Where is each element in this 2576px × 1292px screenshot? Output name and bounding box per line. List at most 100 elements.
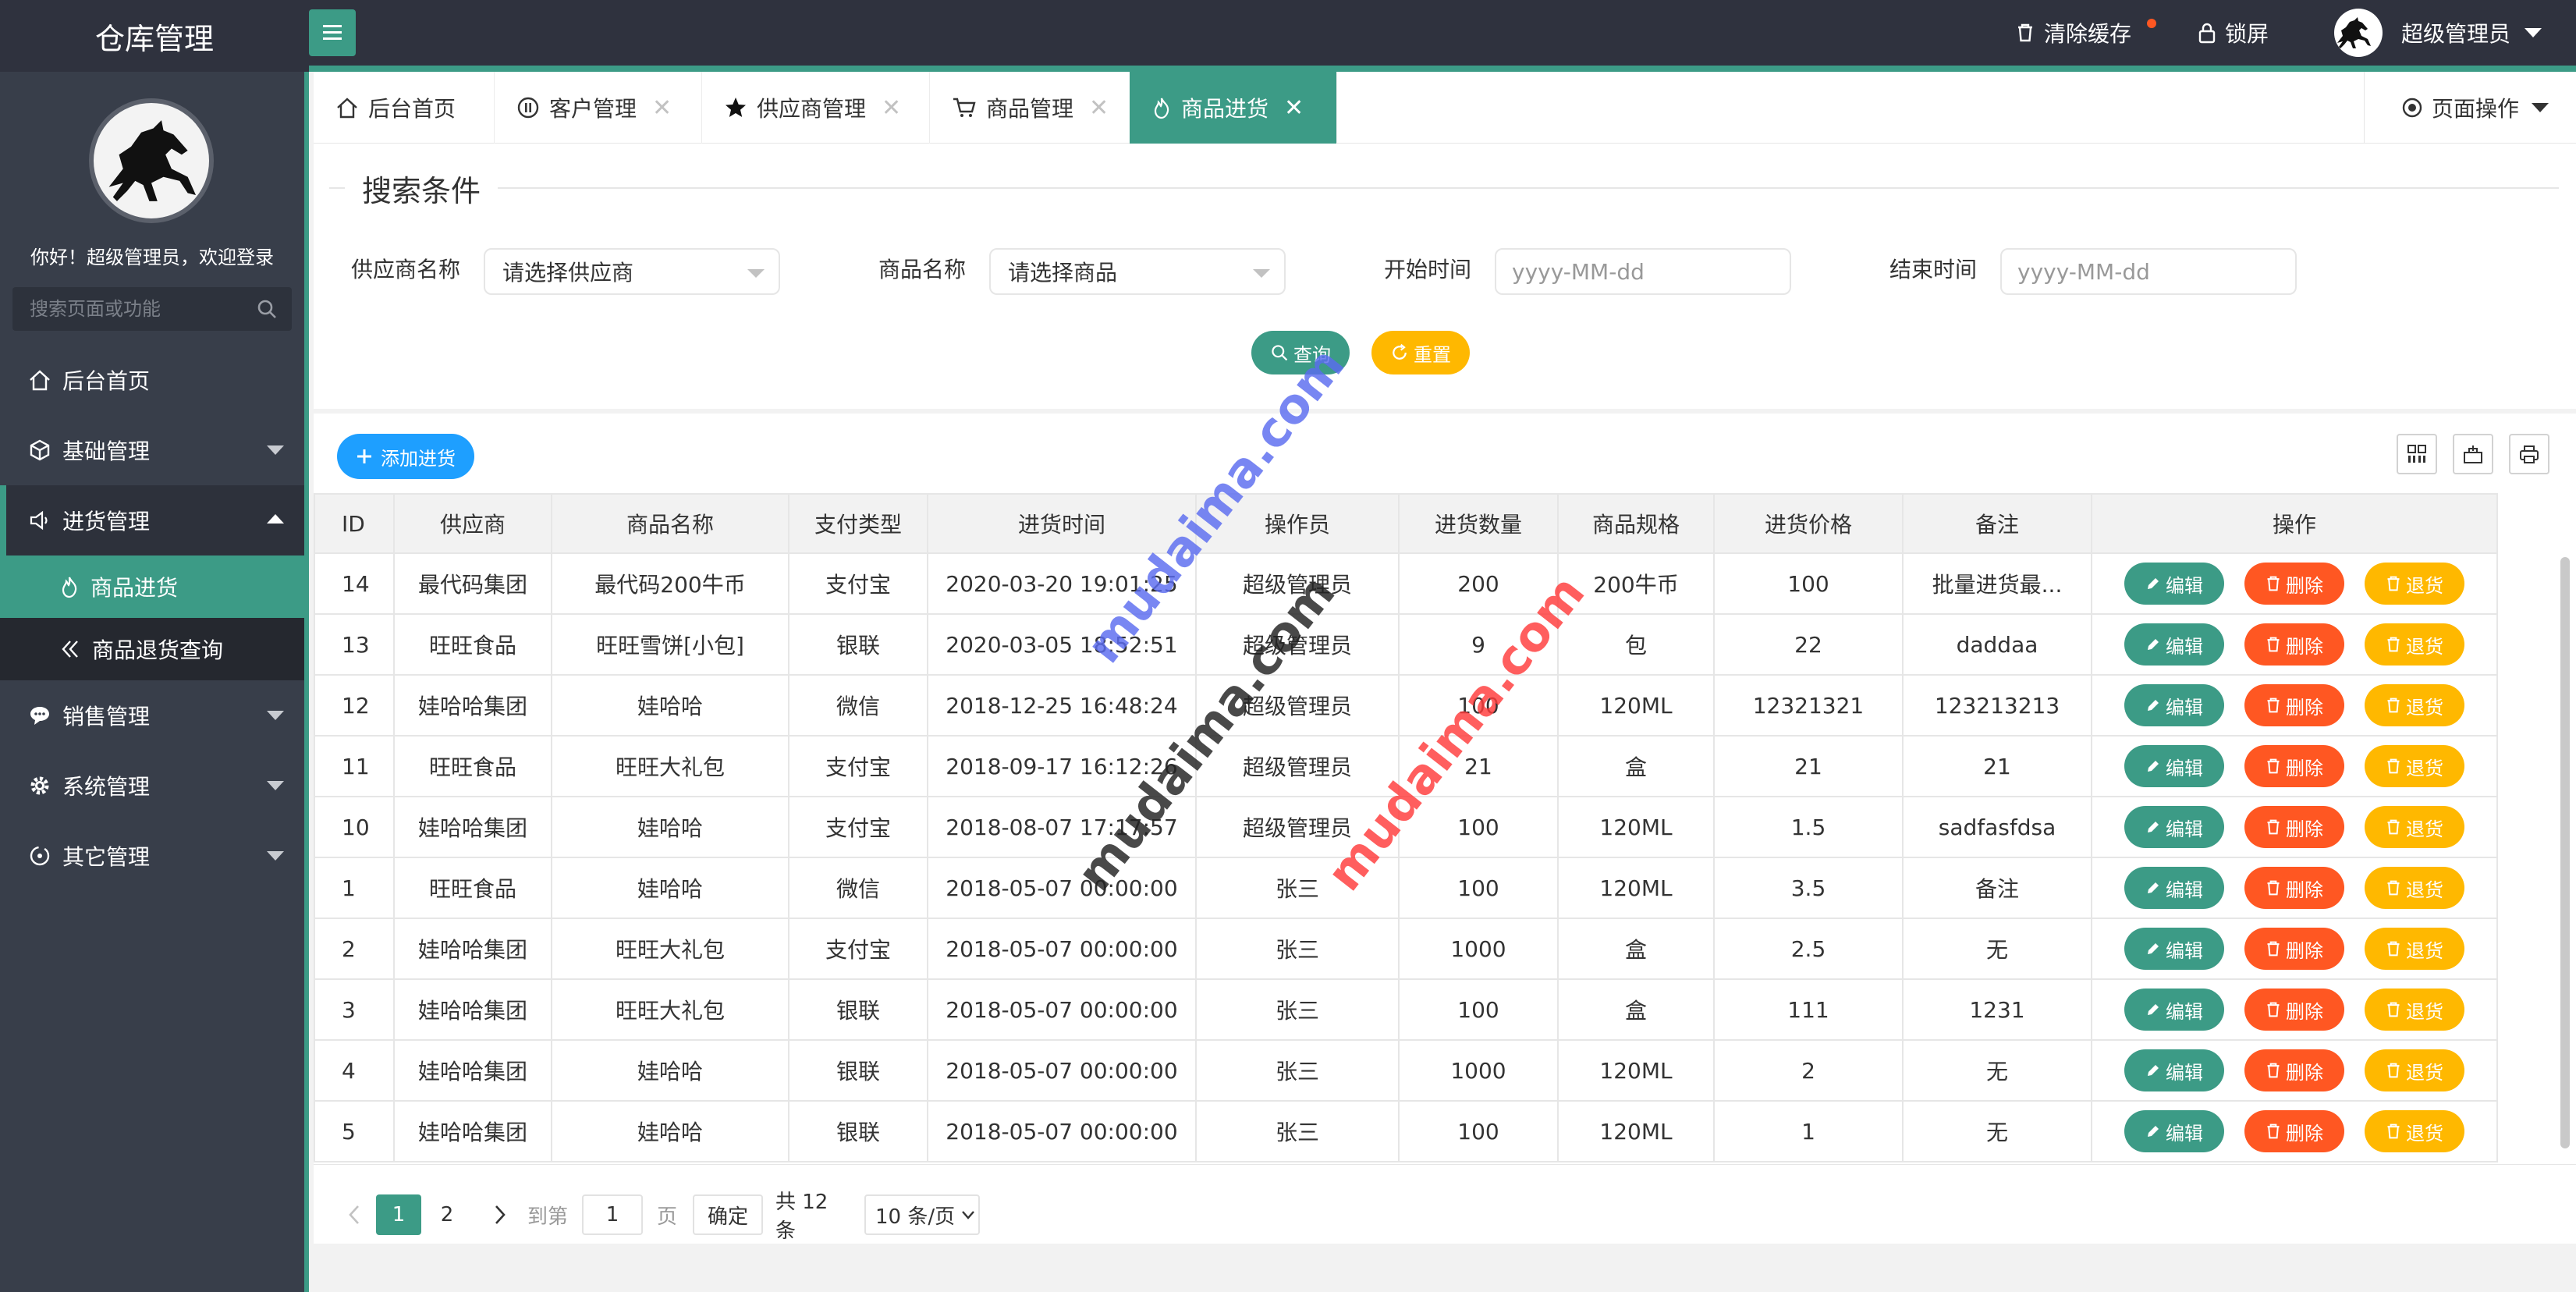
table-cell: 111 [1713, 978, 1904, 1041]
print-button[interactable] [2509, 434, 2549, 474]
table-scrollbar[interactable] [2560, 557, 2570, 1148]
delete-button[interactable]: 删除 [2244, 928, 2344, 970]
return-label: 退货 [2406, 574, 2443, 597]
delete-button[interactable]: 删除 [2244, 867, 2344, 909]
user-menu[interactable]: 超级管理员 [2334, 0, 2542, 66]
tab-goods[interactable]: 商品管理 ✕ [930, 72, 1137, 144]
total-count: 共 12 条 [775, 1191, 829, 1243]
add-purchase-label: 添加进货 [381, 447, 456, 470]
export-button[interactable] [2453, 434, 2493, 474]
sidebar-item-home[interactable]: 后台首页 [0, 345, 304, 415]
sidebar-search-input[interactable] [30, 298, 256, 320]
sidebar-subitem-return-query[interactable]: 商品退货查询 [0, 618, 304, 680]
tab-purchase-goods[interactable]: 商品进货 ✕ [1130, 72, 1337, 144]
close-icon[interactable]: ✕ [1089, 94, 1109, 122]
double-chevron-left-icon [62, 641, 78, 658]
reset-button[interactable]: 重置 [1371, 331, 1470, 374]
tab-suppliers[interactable]: 供应商管理 ✕ [702, 72, 930, 144]
edit-button[interactable]: 编辑 [2124, 867, 2224, 909]
trash-icon [2267, 576, 2280, 591]
close-icon[interactable]: ✕ [652, 94, 672, 122]
edit-label: 编辑 [2166, 818, 2203, 840]
sidebar-subitem-purchase-goods[interactable]: 商品进货 [0, 555, 304, 618]
return-button[interactable]: 退货 [2365, 745, 2464, 787]
end-time-input[interactable]: yyyy-MM-dd [2000, 248, 2297, 295]
goto-page-input[interactable]: 1 [582, 1194, 643, 1235]
edit-button[interactable]: 编辑 [2124, 989, 2224, 1031]
delete-button[interactable]: 删除 [2244, 684, 2344, 726]
delete-button[interactable]: 删除 [2244, 745, 2344, 787]
delete-button[interactable]: 删除 [2244, 1049, 2344, 1091]
table-cell: 娃哈哈集团 [393, 796, 552, 858]
add-purchase-button[interactable]: 添加进货 [337, 434, 474, 479]
edit-button[interactable]: 编辑 [2124, 563, 2224, 605]
return-button[interactable]: 退货 [2365, 1049, 2464, 1091]
search-legend: 搜索条件 [345, 167, 499, 210]
page-1-button[interactable]: 1 [376, 1194, 421, 1235]
edit-button[interactable]: 编辑 [2124, 806, 2224, 848]
menu-toggle-button[interactable] [309, 9, 356, 56]
close-icon[interactable]: ✕ [1284, 94, 1304, 122]
return-button[interactable]: 退货 [2365, 563, 2464, 605]
delete-label: 删除 [2286, 696, 2323, 719]
table-cell: 旺旺雪饼[小包] [551, 613, 789, 676]
delete-button[interactable]: 删除 [2244, 623, 2344, 666]
close-icon[interactable]: ✕ [882, 94, 901, 122]
supplier-select[interactable]: 请选择供应商 [484, 248, 780, 295]
table-cell: 支付宝 [788, 552, 928, 615]
trash-icon [2267, 758, 2280, 774]
table-cell: 旺旺大礼包 [551, 735, 789, 797]
page-operations-menu[interactable]: 页面操作 [2364, 72, 2576, 144]
return-button[interactable]: 退货 [2365, 806, 2464, 848]
edit-button[interactable]: 编辑 [2124, 623, 2224, 666]
start-time-input[interactable]: yyyy-MM-dd [1495, 248, 1791, 295]
return-button[interactable]: 退货 [2365, 684, 2464, 726]
delete-button[interactable]: 删除 [2244, 563, 2344, 605]
sidebar-item-other[interactable]: 其它管理 [0, 821, 304, 891]
edit-button[interactable]: 编辑 [2124, 684, 2224, 726]
page-size-select[interactable]: 10 条/页 [864, 1194, 980, 1235]
sidebar-item-basic[interactable]: 基础管理 [0, 415, 304, 485]
lock-screen-button[interactable]: 锁屏 [2198, 0, 2269, 66]
return-button[interactable]: 退货 [2365, 623, 2464, 666]
table-cell: 盒 [1557, 918, 1715, 980]
edit-button[interactable]: 编辑 [2124, 1049, 2224, 1091]
return-label: 退货 [2406, 1000, 2443, 1023]
delete-button[interactable]: 删除 [2244, 806, 2344, 848]
home-icon [337, 98, 357, 119]
sidebar-item-system[interactable]: 系统管理 [0, 751, 304, 821]
return-button[interactable]: 退货 [2365, 989, 2464, 1031]
goods-select[interactable]: 请选择商品 [989, 248, 1286, 295]
clear-cache-label: 清除缓存 [2044, 21, 2132, 47]
home-icon [30, 370, 50, 391]
delete-button[interactable]: 删除 [2244, 1110, 2344, 1152]
table-cell: 123213213 [1902, 674, 2092, 737]
tab-home[interactable]: 后台首页 [314, 72, 495, 144]
return-button[interactable]: 退货 [2365, 867, 2464, 909]
table-cell: 无 [1902, 918, 2092, 980]
lock-screen-label: 锁屏 [2225, 21, 2269, 47]
start-time-label: 开始时间 [1384, 257, 1472, 282]
table-cell: 银联 [788, 1100, 928, 1162]
page-2-button[interactable]: 2 [426, 1194, 468, 1235]
pencil-icon [2148, 639, 2159, 650]
sidebar-item-purchase[interactable]: 进货管理 [0, 485, 304, 555]
prev-page-button[interactable] [337, 1194, 371, 1235]
return-button[interactable]: 退货 [2365, 1110, 2464, 1152]
table-cell: 张三 [1195, 918, 1400, 980]
header-accent-bar [309, 66, 2576, 72]
next-page-button[interactable] [481, 1194, 520, 1235]
edit-button[interactable]: 编辑 [2124, 1110, 2224, 1152]
return-button[interactable]: 退货 [2365, 928, 2464, 970]
goto-confirm-button[interactable]: 确定 [693, 1194, 763, 1235]
lock-icon [2198, 23, 2216, 44]
edit-button[interactable]: 编辑 [2124, 745, 2224, 787]
search-icon[interactable] [256, 298, 278, 320]
sidebar-item-sales[interactable]: 销售管理 [0, 680, 304, 751]
delete-button[interactable]: 删除 [2244, 989, 2344, 1031]
tab-customers[interactable]: 客户管理 ✕ [495, 72, 702, 144]
edit-button[interactable]: 编辑 [2124, 928, 2224, 970]
column-filter-button[interactable] [2397, 434, 2437, 474]
return-label: 退货 [2406, 878, 2443, 901]
clear-cache-button[interactable]: 清除缓存 [2016, 0, 2156, 66]
